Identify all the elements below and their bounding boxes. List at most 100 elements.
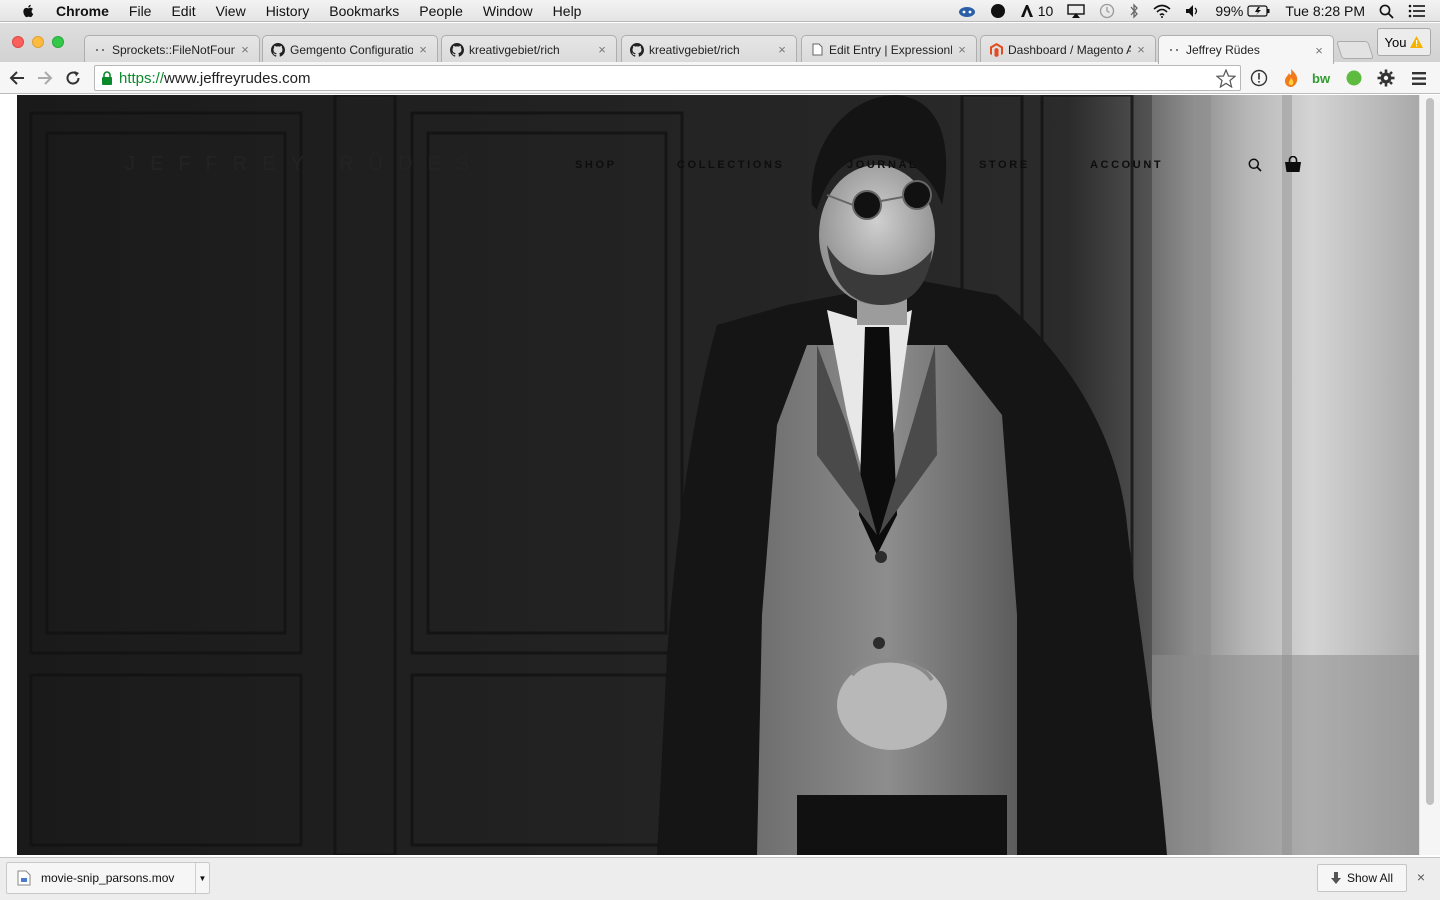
window-minimize-button[interactable] xyxy=(32,36,44,48)
cloud-status-icon[interactable] xyxy=(958,4,976,18)
wifi-icon[interactable] xyxy=(1153,4,1171,18)
info-extension-icon[interactable] xyxy=(1248,67,1270,89)
leaf-extension-icon[interactable] xyxy=(1343,67,1365,89)
apple-icon[interactable] xyxy=(20,3,36,19)
battery-status[interactable]: 99% xyxy=(1215,3,1271,19)
nav-collections[interactable]: COLLECTIONS xyxy=(677,159,784,171)
notification-center-icon[interactable] xyxy=(1408,4,1426,18)
tab-title: Jeffrey Rüdes xyxy=(1186,43,1260,57)
profile-button[interactable]: You xyxy=(1377,28,1431,56)
menu-bookmarks[interactable]: Bookmarks xyxy=(329,0,399,22)
tab-title: kreativgebiet/rich xyxy=(649,42,740,57)
show-all-downloads-button[interactable]: Show All xyxy=(1317,864,1407,892)
window-close-button[interactable] xyxy=(12,36,24,48)
chrome-menu-icon[interactable] xyxy=(1408,67,1430,89)
reload-icon xyxy=(66,71,80,85)
back-arrow-icon xyxy=(9,71,24,85)
download-filename: movie-snip_parsons.mov xyxy=(41,871,175,885)
bw-extension-icon[interactable]: bw xyxy=(1311,67,1335,89)
document-icon xyxy=(810,43,824,57)
tab-close-icon[interactable]: × xyxy=(1135,42,1147,57)
window-zoom-button[interactable] xyxy=(52,36,64,48)
notification-count: 10 xyxy=(1037,3,1054,19)
menu-view[interactable]: View xyxy=(216,0,246,22)
download-arrow-icon xyxy=(1330,871,1341,884)
svg-text:bw: bw xyxy=(1312,71,1331,85)
menu-people[interactable]: People xyxy=(419,0,463,22)
time-machine-icon[interactable] xyxy=(1099,3,1115,19)
site-logo[interactable]: JEFFREY RÜDES xyxy=(125,153,484,176)
address-bar[interactable]: https://www.jeffreyrudes.com xyxy=(94,65,1241,91)
nav-shop[interactable]: SHOP xyxy=(575,159,617,171)
download-item[interactable]: movie-snip_parsons.mov ▼ xyxy=(6,862,210,894)
fire-extension-icon[interactable] xyxy=(1280,67,1302,89)
tab-title: Sprockets::FileNotFoun xyxy=(112,42,235,57)
menu-file[interactable]: File xyxy=(129,0,152,22)
menu-help[interactable]: Help xyxy=(553,0,582,22)
url-host: www.jeffreyrudes.com xyxy=(164,69,311,87)
airplay-icon[interactable] xyxy=(1067,4,1086,18)
scrollbar-thumb[interactable] xyxy=(1426,98,1434,805)
secure-lock-icon xyxy=(102,71,112,85)
download-options-caret-icon[interactable]: ▼ xyxy=(195,863,209,893)
github-icon xyxy=(450,42,464,57)
menu-history[interactable]: History xyxy=(266,0,310,22)
new-tab-button[interactable] xyxy=(1336,41,1374,59)
tab-magento-dashboard[interactable]: Dashboard / Magento A × xyxy=(980,35,1156,63)
bookmark-star-icon[interactable] xyxy=(1216,69,1236,88)
download-shelf: movie-snip_parsons.mov ▼ Show All × xyxy=(0,857,1440,900)
url-text: https://www.jeffreyrudes.com xyxy=(119,70,310,87)
tab-title: Dashboard / Magento A xyxy=(1008,42,1131,57)
tab-kreativgebiet-1[interactable]: kreativgebiet/rich × xyxy=(441,35,617,63)
close-shelf-icon[interactable]: × xyxy=(1412,868,1430,886)
vertical-scrollbar[interactable] xyxy=(1419,95,1440,855)
dots-icon xyxy=(93,43,107,57)
menu-window[interactable]: Window xyxy=(483,0,533,22)
nav-journal[interactable]: JOURNAL xyxy=(847,159,918,171)
tab-jeffrey-rudes[interactable]: Jeffrey Rüdes × xyxy=(1158,35,1334,64)
dots-icon xyxy=(1167,43,1181,57)
nav-store[interactable]: STORE xyxy=(979,159,1030,171)
file-icon xyxy=(17,870,31,886)
spotlight-icon[interactable] xyxy=(1379,4,1394,19)
magento-icon xyxy=(989,42,1003,57)
tab-close-icon[interactable]: × xyxy=(417,42,429,57)
forward-arrow-icon xyxy=(38,71,53,85)
github-icon xyxy=(630,42,644,57)
shopping-bag-icon[interactable] xyxy=(1284,156,1302,173)
tab-close-icon[interactable]: × xyxy=(956,42,968,57)
tab-sprockets[interactable]: Sprockets::FileNotFoun × xyxy=(84,35,260,63)
menu-edit[interactable]: Edit xyxy=(171,0,195,22)
tab-strip: Sprockets::FileNotFoun × Gemgento Config… xyxy=(0,23,1440,64)
battery-percent: 99% xyxy=(1215,3,1244,19)
circle-status-icon[interactable] xyxy=(990,3,1006,19)
tab-close-icon[interactable]: × xyxy=(596,42,608,57)
page-viewport: JEFFREY RÜDES SHOP COLLECTIONS JOURNAL S… xyxy=(0,95,1440,857)
volume-icon[interactable] xyxy=(1185,4,1201,18)
bluetooth-icon[interactable] xyxy=(1129,3,1139,19)
warning-icon xyxy=(1410,36,1424,48)
tab-edit-entry[interactable]: Edit Entry | ExpressionE × xyxy=(801,35,977,63)
forward-button[interactable] xyxy=(34,67,56,89)
site-search-icon[interactable] xyxy=(1248,158,1262,172)
tab-close-icon[interactable]: × xyxy=(1313,43,1325,58)
reload-button[interactable] xyxy=(62,67,84,89)
notification-status[interactable]: 10 xyxy=(1020,3,1054,19)
github-icon xyxy=(271,42,285,57)
menu-app-chrome[interactable]: Chrome xyxy=(56,0,109,22)
tab-title: Gemgento Configuratio xyxy=(290,42,413,57)
show-all-label: Show All xyxy=(1346,871,1394,885)
tab-close-icon[interactable]: × xyxy=(776,42,788,57)
profile-label: You xyxy=(1384,34,1407,50)
tab-title: kreativgebiet/rich xyxy=(469,42,560,57)
tab-gemgento[interactable]: Gemgento Configuratio × xyxy=(262,35,438,63)
tab-close-icon[interactable]: × xyxy=(239,42,251,57)
macos-menu-bar: Chrome File Edit View History Bookmarks … xyxy=(0,0,1440,22)
clock[interactable]: Tue 8:28 PM xyxy=(1285,3,1365,19)
settings-gear-icon[interactable] xyxy=(1375,67,1397,89)
tab-kreativgebiet-2[interactable]: kreativgebiet/rich × xyxy=(621,35,797,63)
battery-charging-icon xyxy=(1247,5,1270,17)
url-scheme: https:// xyxy=(119,69,165,87)
nav-account[interactable]: ACCOUNT xyxy=(1090,159,1163,171)
back-button[interactable] xyxy=(6,67,28,89)
